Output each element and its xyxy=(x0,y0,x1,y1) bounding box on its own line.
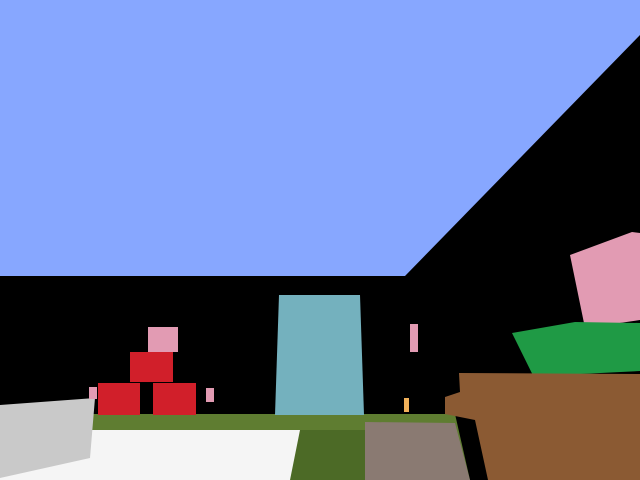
red-block-bottom-left xyxy=(98,383,140,415)
flower-right xyxy=(206,388,214,402)
cyan-block-pillar xyxy=(275,295,364,415)
torch xyxy=(404,398,409,412)
stone-block-front-left xyxy=(365,422,470,480)
distant-pink-block xyxy=(410,324,418,352)
flower-left xyxy=(89,387,97,399)
red-block-bottom-right xyxy=(153,383,196,415)
world-render xyxy=(0,0,640,480)
game-viewport[interactable] xyxy=(0,0,640,480)
grass-ground-shade xyxy=(290,430,370,480)
red-block-top xyxy=(130,352,173,382)
pink-block-small xyxy=(148,327,178,352)
